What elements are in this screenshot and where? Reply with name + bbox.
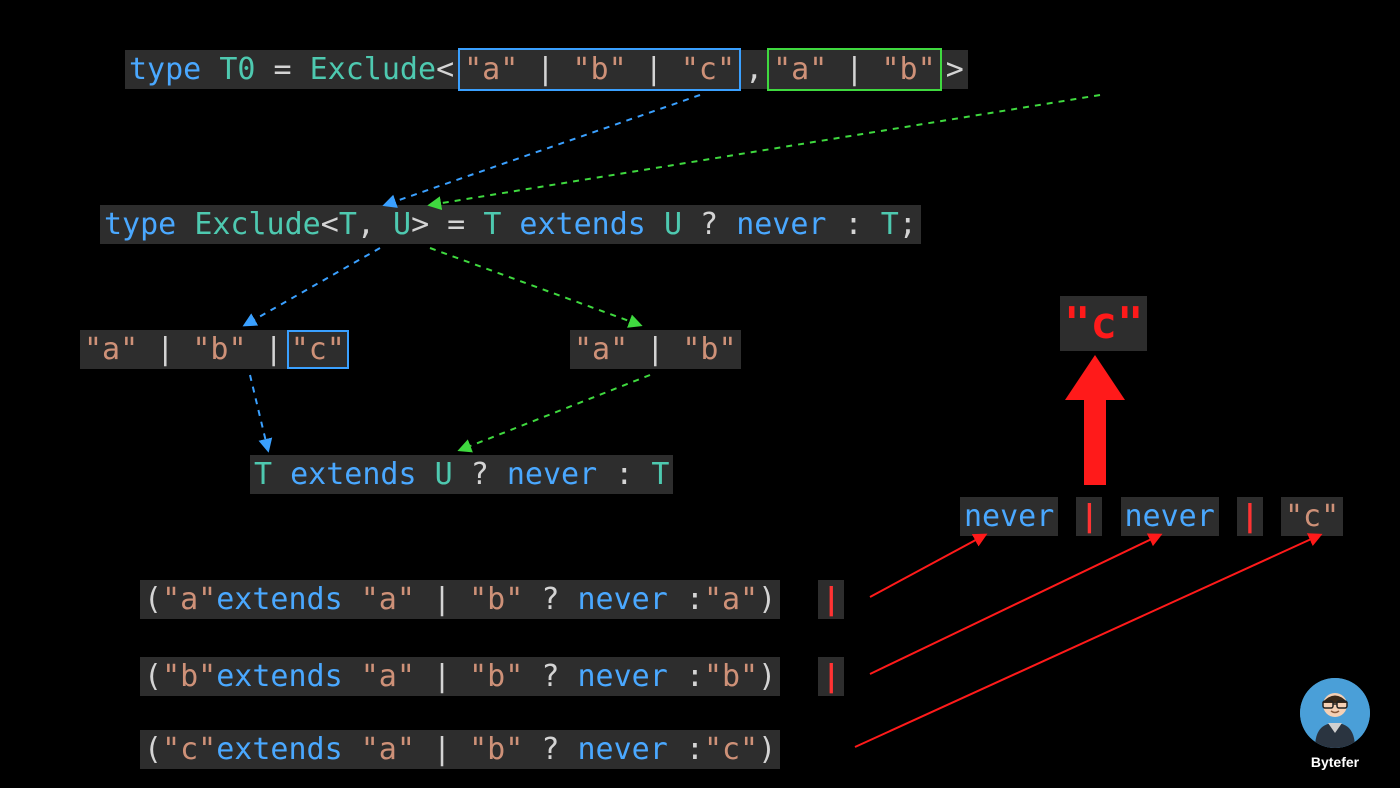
union-result-line: never | never | "c" (960, 497, 1343, 536)
distributed-U-line: "a" | "b" (570, 330, 741, 369)
equals: = (255, 52, 309, 87)
author-badge: Bytefer (1300, 678, 1370, 770)
first-union-box: "a" | "b" | "c" (458, 48, 741, 91)
distributed-check-b: ("b"extends "a" | "b" ? never :"b") | (140, 657, 844, 696)
keyword-type: type (129, 52, 219, 87)
exclude-definition-line: type Exclude<T, U> = T extends U ? never… (100, 205, 921, 244)
distributed-T-line: "a" | "b" | "c" (80, 330, 349, 369)
comma: , (745, 52, 763, 87)
utility-exclude: Exclude (310, 52, 436, 87)
up-arrow-icon (1065, 355, 1125, 485)
final-result-c: "c" (1060, 296, 1147, 351)
c-highlight-box: "c" (287, 330, 349, 369)
lt: < (436, 52, 454, 87)
type-name: T0 (219, 52, 255, 87)
second-union-box: "a" | "b" (767, 48, 942, 91)
type-declaration-line: type T0 = Exclude<"a" | "b" | "c", "a" |… (125, 48, 968, 91)
gt: > (946, 52, 964, 87)
distributed-check-c: ("c"extends "a" | "b" ? never :"c") (140, 730, 780, 769)
author-name: Bytefer (1300, 754, 1370, 770)
distributed-check-a: ("a"extends "a" | "b" ? never :"a") | (140, 580, 844, 619)
avatar-icon (1300, 678, 1370, 748)
conditional-type-line: T extends U ? never : T (250, 455, 673, 494)
